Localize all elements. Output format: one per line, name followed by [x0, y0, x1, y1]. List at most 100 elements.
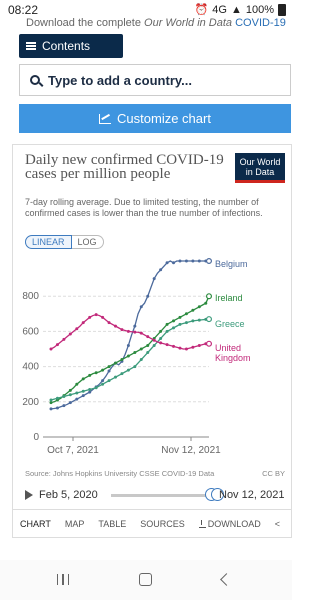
search-placeholder: Type to add a country...: [48, 72, 192, 88]
y-tick-label: 200: [22, 397, 39, 408]
data-point: [75, 397, 79, 401]
battery-level: 100%: [245, 3, 274, 16]
y-tick-label: 800: [22, 291, 39, 302]
tab-sources[interactable]: SOURCES: [133, 510, 192, 537]
data-point: [88, 315, 92, 319]
data-point: [191, 259, 195, 263]
timeline: Feb 5, 2020 Nov 12, 2021: [25, 485, 291, 505]
license-link[interactable]: CC BY: [262, 469, 285, 478]
play-icon[interactable]: [25, 490, 33, 500]
end-marker: [206, 316, 213, 323]
y-tick-label: 0: [33, 432, 39, 443]
data-point: [172, 261, 176, 265]
contents-button[interactable]: Contents: [19, 34, 123, 58]
data-point: [126, 329, 130, 333]
data-point: [75, 327, 79, 331]
data-point: [159, 336, 163, 340]
tab-table[interactable]: TABLE: [91, 510, 133, 537]
series-label: Belgium: [215, 259, 248, 269]
data-point: [178, 259, 182, 263]
data-point: [146, 294, 150, 298]
data-point: [197, 305, 201, 309]
system-nav-bar: [0, 560, 292, 600]
data-point: [113, 324, 117, 328]
end-marker: [206, 340, 213, 347]
battery-icon: [278, 3, 286, 16]
x-tick-label: Oct 7, 2021: [47, 445, 99, 456]
data-point: [101, 368, 105, 372]
data-point: [81, 389, 85, 393]
end-marker: [206, 257, 213, 265]
data-point: [159, 329, 163, 333]
contents-label: Contents: [42, 39, 91, 53]
back-icon[interactable]: [220, 573, 233, 586]
data-point: [191, 319, 195, 323]
data-point: [101, 382, 105, 386]
data-point: [75, 391, 79, 395]
data-point: [68, 401, 72, 405]
data-point: [197, 318, 201, 322]
data-point: [62, 395, 66, 399]
series-label: Ireland: [215, 293, 243, 303]
data-point: [49, 398, 53, 402]
data-point: [68, 393, 72, 397]
data-point: [152, 343, 156, 347]
data-point: [81, 377, 85, 381]
linear-scale-button[interactable]: LINEAR: [25, 235, 72, 249]
data-point: [172, 326, 176, 330]
timeline-track[interactable]: [111, 494, 207, 497]
share-icon[interactable]: <: [268, 510, 287, 537]
timeline-end-date[interactable]: Nov 12, 2021: [219, 489, 284, 501]
download-notice: Download the complete Our World in Data …: [26, 17, 286, 29]
data-point: [49, 407, 53, 411]
customize-chart-button[interactable]: Customize chart: [19, 104, 291, 133]
data-point: [81, 394, 85, 398]
data-point: [146, 343, 150, 347]
data-point: [88, 373, 92, 377]
data-point: [172, 344, 176, 348]
download-prefix: Download the complete: [26, 17, 145, 29]
timeline-start-date[interactable]: Feb 5, 2020: [39, 489, 98, 501]
data-point: [146, 335, 150, 339]
data-point: [55, 343, 59, 347]
data-point: [133, 324, 137, 328]
covid-link[interactable]: COVID-19: [235, 17, 286, 29]
owid-name: Our World in Data: [144, 17, 233, 29]
data-point: [191, 345, 195, 349]
data-point: [139, 347, 143, 351]
series-label: Greece: [215, 319, 245, 329]
scale-toggle: LINEAR LOG: [25, 235, 104, 249]
network-type: 4G: [212, 3, 227, 16]
series-label: Kingdom: [215, 353, 251, 363]
tab-map[interactable]: MAP: [58, 510, 92, 537]
data-point: [94, 386, 98, 390]
line-chart-icon: [99, 113, 112, 124]
data-point: [120, 372, 124, 376]
tab-download[interactable]: DOWNLOAD: [192, 510, 268, 537]
data-point: [184, 259, 188, 263]
tab-chart[interactable]: CHART: [13, 510, 58, 537]
data-point: [55, 396, 59, 400]
data-point: [139, 305, 143, 309]
data-point: [75, 382, 79, 386]
log-scale-button[interactable]: LOG: [71, 235, 104, 249]
data-point: [126, 354, 130, 358]
alarm-icon: ⏰: [194, 4, 209, 16]
data-point: [62, 337, 66, 341]
status-time: 08:22: [8, 3, 39, 17]
recent-apps-icon[interactable]: [57, 574, 69, 585]
home-icon[interactable]: [139, 573, 152, 586]
data-point: [133, 351, 137, 355]
chart-card: Daily new confirmed COVID-19 cases per m…: [12, 144, 292, 538]
data-point: [165, 343, 169, 347]
chart-source[interactable]: Source: Johns Hopkins University CSSE CO…: [25, 469, 214, 478]
y-tick-label: 400: [22, 362, 39, 373]
data-point: [159, 341, 163, 345]
data-point: [139, 358, 143, 362]
chart-title: Daily new confirmed COVID-19 cases per m…: [25, 152, 224, 182]
data-point: [68, 388, 72, 392]
country-search-input[interactable]: Type to add a country...: [19, 64, 291, 96]
data-point: [107, 379, 111, 383]
data-point: [139, 331, 143, 335]
owid-logo[interactable]: Our World in Data: [235, 153, 285, 183]
